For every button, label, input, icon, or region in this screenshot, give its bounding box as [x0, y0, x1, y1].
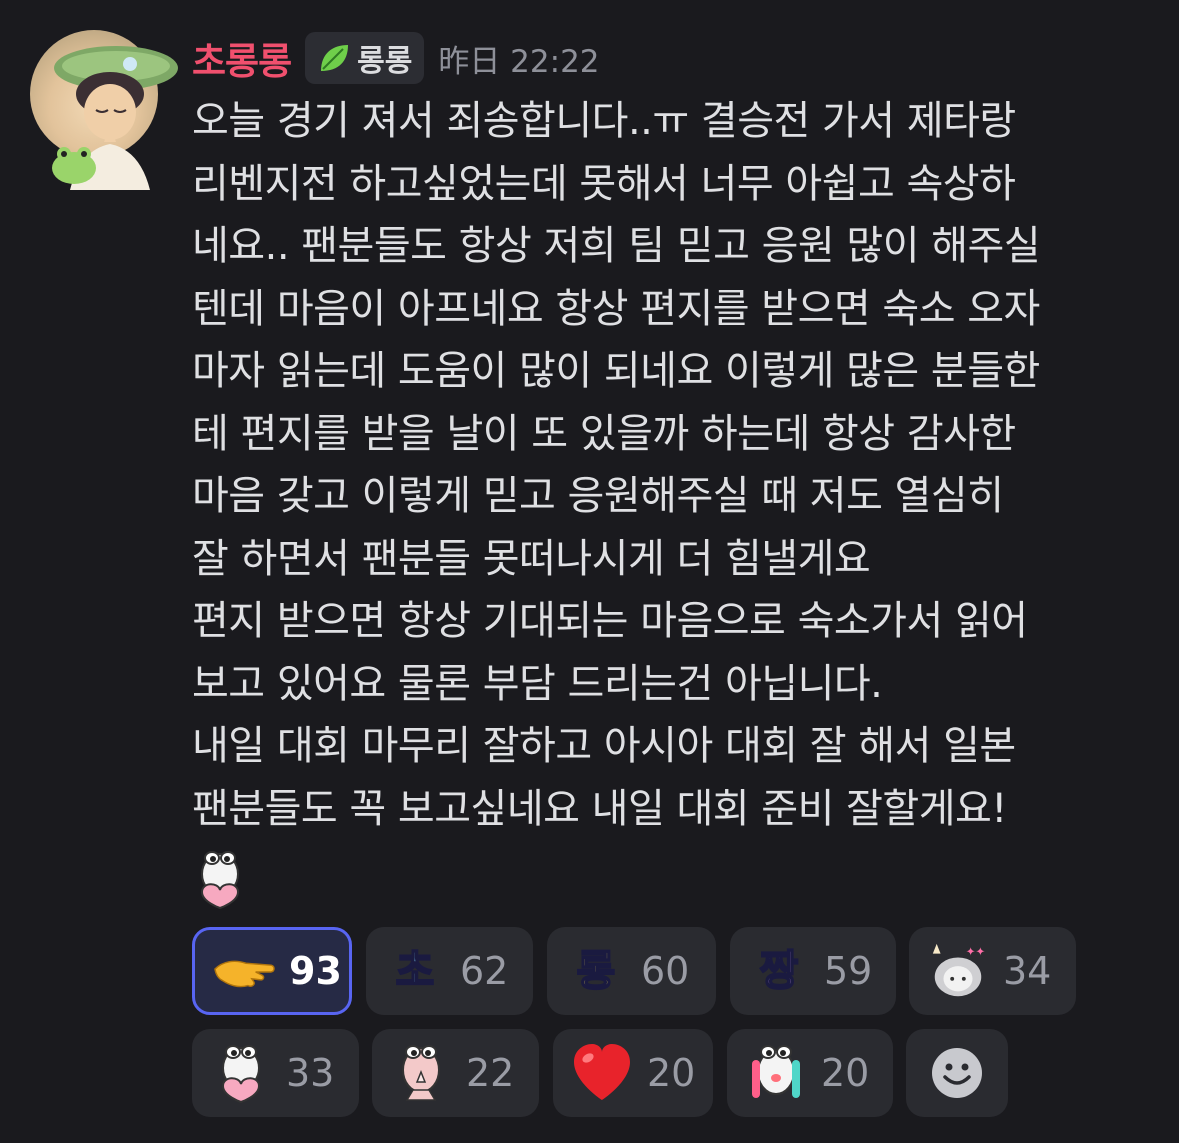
reaction-count: 59 [824, 949, 873, 993]
avatar-illustration-icon [52, 46, 178, 190]
reaction-crying-character[interactable]: 20 [727, 1029, 893, 1117]
reaction-red-heart[interactable]: 20 [553, 1029, 713, 1117]
message-line: 테 편지를 받을 날이 또 있을까 하는데 항상 감사한 [192, 410, 1016, 457]
jjang-text-emoji: 짱 [748, 940, 810, 1002]
reaction-pointing-hand[interactable]: 93 [192, 927, 352, 1015]
reaction-heart-hug[interactable]: 33 [192, 1029, 359, 1117]
message-body: 오늘 경기 져서 죄송합니다..ㅠ 결승전 가서 제타랑 리벤지전 하고싶었는데… [192, 90, 1152, 840]
message-line: 편지 받으면 항상 기대되는 마음으로 숙소가서 읽어 [192, 598, 1028, 644]
role-tag-label: 롱롱 [357, 44, 413, 79]
reaction-praying-character[interactable]: 22 [372, 1029, 539, 1117]
add-reaction-icon [926, 1042, 988, 1104]
message-line: 팬분들도 꼭 보고싶네요 내일 대회 준비 잘할게요! [192, 785, 1007, 832]
leaf-icon [321, 45, 349, 71]
message-line: 내일 대회 마무리 잘하고 아시아 대회 잘 해서 일본 [192, 723, 1016, 769]
timestamp[interactable]: 昨日 22:22 [438, 36, 599, 81]
rong-text-emoji: 롱 [565, 940, 627, 1002]
sparkle-character-emoji: ✦✦ [927, 940, 989, 1002]
username[interactable]: 초롱롱 [192, 31, 292, 85]
reaction-count: 33 [286, 1051, 335, 1095]
crying-character-emoji [745, 1042, 807, 1104]
add-reaction-button[interactable] [906, 1029, 1008, 1117]
red-heart-emoji [571, 1042, 633, 1104]
reaction-jjang[interactable]: 짱 59 [730, 927, 896, 1015]
cho-text-emoji: 초 [384, 940, 446, 1002]
message-line: 마음 갖고 이렇게 믿고 응원해주실 때 저도 열심히 [192, 473, 1004, 519]
reaction-cho[interactable]: 초 62 [366, 927, 533, 1015]
reaction-count: 60 [641, 949, 690, 993]
svg-text:✦✦: ✦✦ [966, 945, 986, 959]
emoji-glyph: 짱 [759, 945, 800, 996]
reaction-count: 22 [466, 1051, 515, 1095]
heart-hug-sticker [192, 848, 248, 910]
message-line: 보고 있어요 물론 부담 드리는건 아닙니다. [192, 660, 883, 707]
reaction-count: 34 [1003, 949, 1052, 993]
role-tag[interactable]: 롱롱 [305, 32, 425, 84]
reaction-count: 62 [460, 949, 509, 993]
pointing-hand-emoji [213, 940, 275, 1002]
reaction-count: 20 [647, 1051, 696, 1095]
message-line: 잘 하면서 팬분들 못떠나시게 더 힘낼게요 [192, 535, 871, 582]
message-line: 오늘 경기 져서 죄송합니다..ㅠ 결승전 가서 제타랑 [192, 98, 1016, 144]
emoji-glyph: 롱 [576, 945, 617, 996]
reaction-sparkle-character[interactable]: ✦✦ 34 [909, 927, 1076, 1015]
reaction-rong[interactable]: 롱 60 [547, 927, 716, 1015]
message-line: 마자 읽는데 도움이 많이 되네요 이렇게 많은 분들한 [192, 348, 1040, 394]
reaction-count: 20 [821, 1051, 870, 1095]
message-line: 텐데 마음이 아프네요 항상 편지를 받으면 숙소 오자 [192, 285, 1040, 332]
message-header: 초롱롱 롱롱 昨日 22:22 [192, 30, 600, 86]
praying-character-emoji [390, 1042, 452, 1104]
reaction-count: 93 [289, 949, 342, 993]
message-line: 네요.. 팬분들도 항상 저희 팀 믿고 응원 많이 해주실 [192, 223, 1041, 269]
message-line: 리벤지전 하고싶었는데 못해서 너무 아쉽고 속상하 [192, 160, 1016, 207]
heart-hug-emoji [210, 1042, 272, 1104]
emoji-glyph: 초 [395, 945, 436, 996]
user-avatar[interactable] [30, 30, 178, 190]
